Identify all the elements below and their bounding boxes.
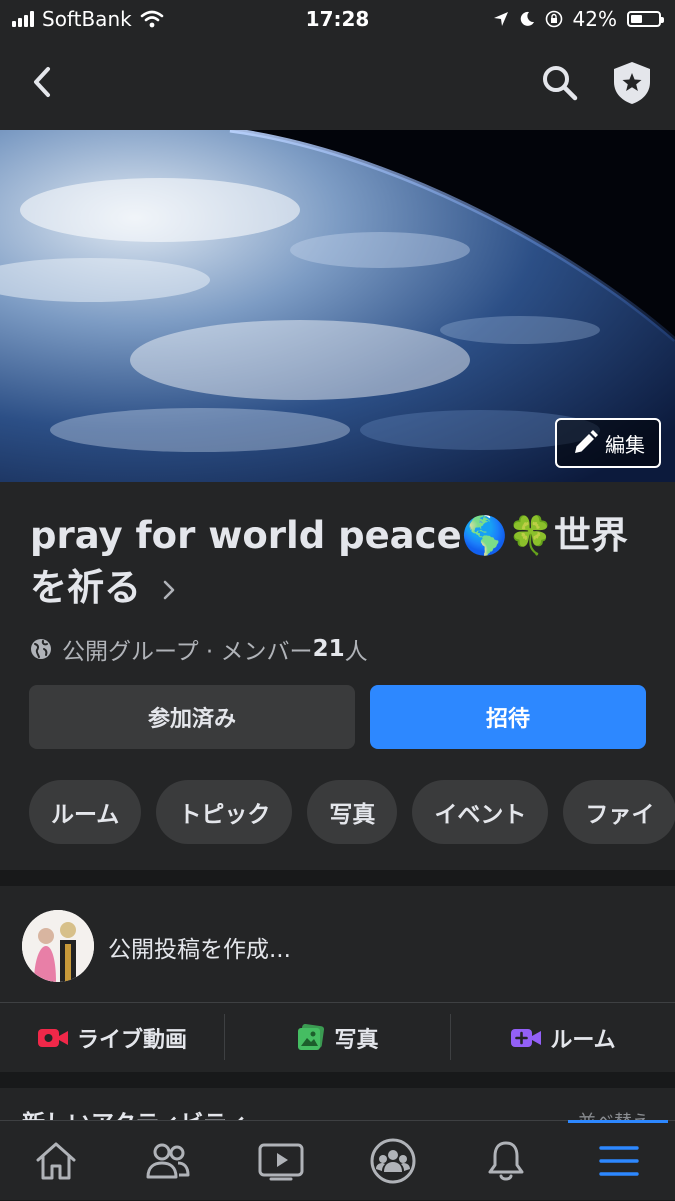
top-nav-bar [0,40,675,130]
user-avatar-image [22,910,94,982]
divider [0,1002,675,1003]
avatar[interactable] [22,910,94,982]
member-count: 21 [312,636,345,662]
room-label: ルーム [550,1028,616,1053]
room-button[interactable]: ルーム [451,1004,675,1072]
tab-groups[interactable] [337,1121,449,1201]
tab-rooms[interactable]: ルーム [29,780,142,844]
tab-events[interactable]: イベント [412,780,549,844]
tab-home[interactable] [0,1121,112,1201]
battery-percent: 42% [572,7,617,31]
chevron-left-icon [34,67,50,97]
group-name-text: pray for world peace🌎🍀世界を祈る [30,514,628,609]
photo-icon [298,1024,325,1050]
member-suffix: 人 [344,639,368,665]
search-icon [543,66,578,101]
edit-cover-button[interactable]: 編集 [555,418,661,468]
groups-icon [370,1138,416,1184]
tab-friends[interactable] [112,1121,224,1201]
friends-icon [146,1143,190,1179]
location-arrow-icon [493,12,508,26]
shield-star-icon [614,62,650,104]
photo-label: 写真 [334,1028,379,1053]
invite-button[interactable]: 招待 [370,685,646,749]
live-video-label: ライブ動画 [76,1028,187,1053]
joined-button[interactable]: 参加済み [29,685,355,749]
tab-watch[interactable] [225,1121,337,1201]
rotation-lock-icon [545,10,562,28]
moon-icon [520,11,534,26]
search-button[interactable] [538,60,582,106]
tab-notifications[interactable] [450,1121,562,1201]
globe-icon [31,639,51,659]
bottom-tab-bar [0,1120,675,1200]
post-composer: 公開投稿を作成... ライブ動画 写真 ルーム [0,886,675,1072]
menu-icon [599,1146,639,1176]
tab-files[interactable]: ファイ [563,780,675,844]
notifications-icon [488,1141,524,1181]
battery-icon [627,11,664,27]
live-video-button[interactable]: ライブ動画 [0,1004,224,1072]
live-video-icon [37,1029,68,1047]
watch-icon [258,1143,304,1181]
group-privacy-info: 公開グループ · メンバー 21 人 [30,632,368,666]
status-bar: SoftBank 17:28 42% [0,0,675,40]
pencil-icon [575,430,598,453]
cover-photo: 編集 [0,130,675,482]
group-name[interactable]: pray for world peace🌎🍀世界を祈る [30,510,640,614]
room-icon [511,1029,542,1047]
tab-menu[interactable] [563,1121,675,1201]
group-tabs: ルーム トピック 写真 イベント ファイ [29,780,675,844]
back-button[interactable] [22,60,62,104]
composer-prompt[interactable]: 公開投稿を作成... [108,930,291,964]
group-info-section: pray for world peace🌎🍀世界を祈る 公開グループ · メンバ… [0,482,675,870]
privacy-text: 公開グループ · メンバー [62,639,313,665]
tab-topics[interactable]: トピック [156,780,293,844]
chevron-right-icon [163,580,175,599]
home-icon [36,1142,76,1180]
tab-photos[interactable]: 写真 [307,780,398,844]
edit-cover-label: 編集 [605,432,645,457]
admin-tools-button[interactable] [608,58,656,108]
photo-button[interactable]: 写真 [225,1004,450,1072]
